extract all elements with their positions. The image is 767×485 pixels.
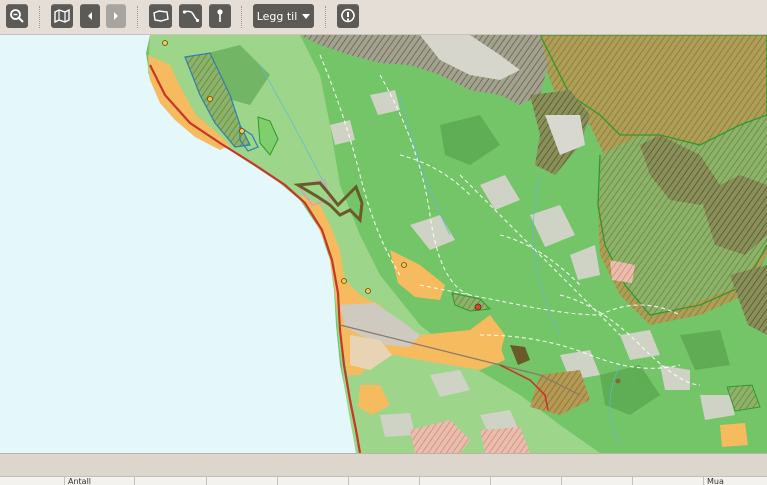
toolbar-separator bbox=[137, 6, 139, 28]
back-button[interactable] bbox=[80, 4, 100, 28]
toolbar-separator bbox=[325, 6, 327, 28]
polygon-icon bbox=[152, 10, 169, 22]
map-layers-button[interactable] bbox=[51, 4, 73, 28]
arrow-left-icon bbox=[88, 12, 92, 20]
toolbar-separator bbox=[241, 6, 243, 28]
chevron-down-icon bbox=[302, 13, 311, 19]
map-toolbar: Legg til bbox=[0, 0, 767, 35]
add-dropdown-label: Legg til bbox=[256, 9, 298, 23]
splitter-bar[interactable] bbox=[0, 453, 767, 476]
arrow-right-icon bbox=[114, 12, 118, 20]
info-icon bbox=[341, 8, 355, 23]
zoom-icon bbox=[10, 9, 24, 23]
map-icon bbox=[54, 9, 70, 23]
zoom-button[interactable] bbox=[6, 4, 28, 28]
toolbar-separator bbox=[39, 6, 41, 28]
line-icon bbox=[182, 10, 199, 23]
draw-area-button[interactable] bbox=[149, 4, 172, 28]
map-viewport[interactable] bbox=[0, 35, 767, 453]
map-canvas[interactable] bbox=[0, 35, 767, 453]
info-button[interactable] bbox=[337, 4, 359, 28]
forward-button[interactable] bbox=[106, 4, 126, 28]
draw-point-button[interactable] bbox=[209, 4, 231, 28]
draw-line-button[interactable] bbox=[179, 4, 202, 28]
add-dropdown-button[interactable]: Legg til bbox=[253, 4, 314, 28]
pin-icon bbox=[217, 9, 223, 22]
